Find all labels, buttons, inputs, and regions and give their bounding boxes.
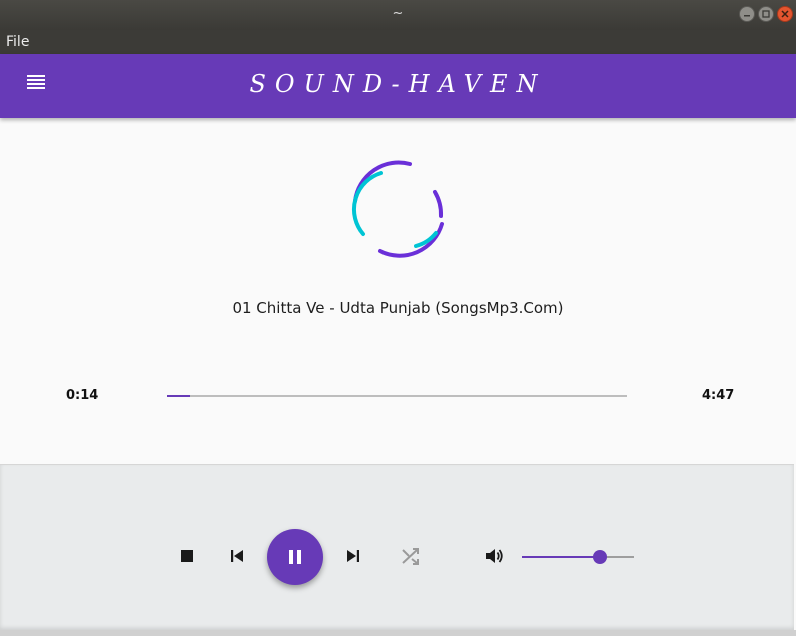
volume-slider[interactable] bbox=[522, 550, 634, 564]
menu-bar: File bbox=[0, 30, 796, 54]
volume-button[interactable] bbox=[483, 545, 505, 567]
window-title: ~ bbox=[392, 6, 404, 21]
previous-button[interactable] bbox=[226, 545, 248, 567]
app-title: SOUND-HAVEN bbox=[249, 70, 547, 98]
loading-spinner-icon bbox=[351, 160, 444, 258]
maximize-window-button[interactable] bbox=[758, 6, 774, 22]
skip-previous-icon bbox=[231, 550, 243, 562]
shuffle-button[interactable] bbox=[400, 545, 422, 567]
song-title: 01 Chitta Ve - Udta Punjab (SongsMp3.Com… bbox=[232, 299, 564, 317]
menu-file[interactable]: File bbox=[6, 34, 29, 50]
now-playing-panel: 01 Chitta Ve - Udta Punjab (SongsMp3.Com… bbox=[0, 118, 796, 464]
seek-bar[interactable] bbox=[167, 395, 627, 397]
stop-icon bbox=[181, 550, 193, 562]
playback-controls bbox=[0, 464, 794, 630]
seek-bar-progress bbox=[167, 395, 190, 397]
window-bottom-edge bbox=[0, 630, 796, 636]
close-window-button[interactable] bbox=[777, 6, 793, 22]
pause-icon bbox=[289, 550, 301, 564]
next-button[interactable] bbox=[342, 545, 364, 567]
volume-icon bbox=[486, 549, 503, 563]
app-window: ~ File SOUND-HAVEN 01 Chitta Ve - Udta P… bbox=[0, 0, 796, 636]
pause-button[interactable] bbox=[267, 529, 323, 585]
minimize-window-button[interactable] bbox=[739, 6, 755, 22]
shuffle-icon bbox=[402, 548, 419, 565]
volume-slider-level bbox=[522, 556, 601, 558]
app-bar: SOUND-HAVEN bbox=[0, 54, 796, 118]
skip-next-icon bbox=[347, 550, 359, 562]
window-titlebar: ~ bbox=[0, 0, 796, 30]
elapsed-time: 0:14 bbox=[66, 388, 99, 403]
volume-slider-thumb[interactable] bbox=[593, 550, 608, 564]
total-time: 4:47 bbox=[702, 388, 735, 403]
stop-button[interactable] bbox=[176, 545, 198, 567]
